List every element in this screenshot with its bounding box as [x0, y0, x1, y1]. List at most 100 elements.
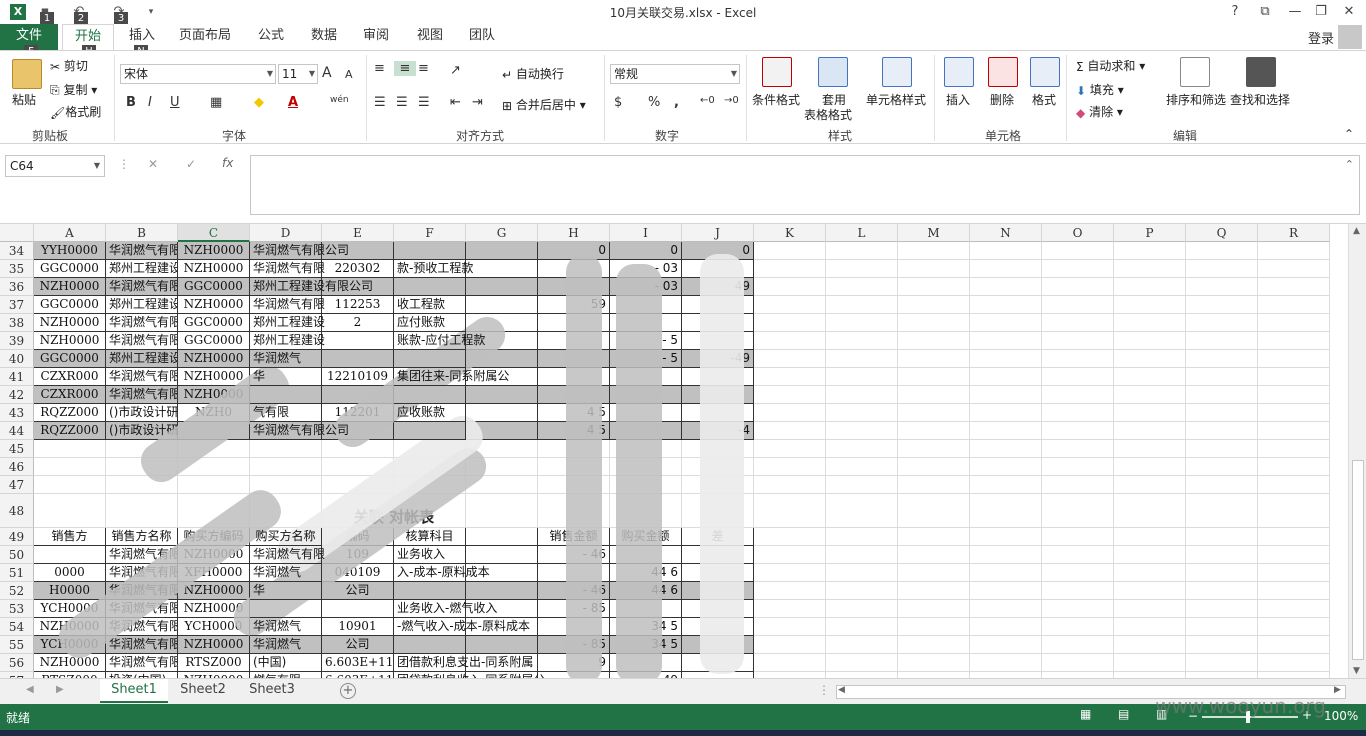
grid-cell[interactable]: 华润燃气有限: [106, 242, 178, 260]
grid-cell[interactable]: 郑州工程建设: [106, 260, 178, 278]
grid-cell[interactable]: [970, 618, 1042, 636]
grid-cell[interactable]: [1042, 242, 1114, 260]
column-header-o[interactable]: O: [1042, 224, 1114, 242]
grid-cell[interactable]: [1186, 600, 1258, 618]
grid-cell[interactable]: [970, 440, 1042, 458]
row-header-44[interactable]: 44: [0, 422, 34, 440]
grid-cell[interactable]: [754, 404, 826, 422]
grid-cell[interactable]: [322, 350, 394, 368]
grid-cell[interactable]: [898, 368, 970, 386]
grid-cell[interactable]: [826, 654, 898, 672]
italic-button[interactable]: I: [148, 95, 152, 110]
grid-cell[interactable]: [1114, 494, 1186, 528]
grid-cell[interactable]: 10901: [322, 618, 394, 636]
grid-cell[interactable]: [1258, 636, 1330, 654]
grid-cell[interactable]: [466, 386, 538, 404]
grid-cell[interactable]: 收工程款: [394, 296, 466, 314]
grid-cell[interactable]: [1186, 546, 1258, 564]
align-right-icon[interactable]: ☰: [418, 95, 430, 110]
column-header-h[interactable]: H: [538, 224, 610, 242]
orientation-icon[interactable]: ↗: [450, 63, 461, 78]
grid-cell[interactable]: [1042, 618, 1114, 636]
grid-cell[interactable]: [1114, 546, 1186, 564]
font-color-icon[interactable]: A: [288, 95, 298, 110]
increase-decimal-icon[interactable]: ←0: [700, 95, 715, 106]
grid-cell[interactable]: [1042, 350, 1114, 368]
grid-cell[interactable]: 华润燃气有限: [106, 386, 178, 404]
grid-cell[interactable]: [826, 368, 898, 386]
grid-cell[interactable]: 公司: [322, 582, 394, 600]
grid-cell[interactable]: [898, 278, 970, 296]
grid-cell[interactable]: [898, 636, 970, 654]
wrap-text-button[interactable]: ↵ 自动换行: [502, 65, 564, 82]
align-left-icon[interactable]: ☰: [374, 95, 386, 110]
column-header-m[interactable]: M: [898, 224, 970, 242]
grid-cell[interactable]: [34, 476, 106, 494]
grid-cell[interactable]: [826, 296, 898, 314]
row-header-54[interactable]: 54: [0, 618, 34, 636]
sheet-tab-3[interactable]: Sheet3: [240, 679, 304, 703]
grid-cell[interactable]: [970, 368, 1042, 386]
align-top-icon[interactable]: ≡: [374, 61, 385, 76]
row-header-35[interactable]: 35: [0, 260, 34, 278]
column-header-a[interactable]: A: [34, 224, 106, 242]
row-header-41[interactable]: 41: [0, 368, 34, 386]
grid-cell[interactable]: [1186, 332, 1258, 350]
grow-font-button[interactable]: A: [322, 65, 332, 81]
grid-cell[interactable]: [754, 564, 826, 582]
grid-cell[interactable]: CZXR000: [34, 386, 106, 404]
row-header-48[interactable]: 48: [0, 494, 34, 528]
scroll-left-icon[interactable]: ◀: [838, 685, 845, 695]
collapse-ribbon-icon[interactable]: ⌃: [1344, 127, 1354, 141]
grid-cell[interactable]: [826, 636, 898, 654]
grid-cell[interactable]: [826, 546, 898, 564]
grid-cell[interactable]: RQZZ000: [34, 422, 106, 440]
help-button[interactable]: ?: [1220, 0, 1250, 24]
row-header-56[interactable]: 56: [0, 654, 34, 672]
grid-cell[interactable]: GGC0000: [34, 260, 106, 278]
underline-button[interactable]: U: [170, 95, 180, 110]
grid-cell[interactable]: [1186, 422, 1258, 440]
grid-cell[interactable]: [322, 600, 394, 618]
grid-cell[interactable]: [1114, 422, 1186, 440]
align-center-icon[interactable]: ☰: [396, 95, 408, 110]
grid-cell[interactable]: [754, 600, 826, 618]
grid-cell[interactable]: RTSZ000: [178, 654, 250, 672]
grid-cell[interactable]: [1258, 458, 1330, 476]
grid-cell[interactable]: [898, 332, 970, 350]
grid-cell[interactable]: [1186, 476, 1258, 494]
grid-cell[interactable]: [754, 278, 826, 296]
grid-cell[interactable]: [970, 350, 1042, 368]
grid-cell[interactable]: [898, 350, 970, 368]
grid-cell[interactable]: [970, 296, 1042, 314]
align-bottom-icon[interactable]: ≡: [418, 61, 429, 76]
format-as-table-label-2[interactable]: 表格格式: [804, 106, 852, 123]
grid-cell[interactable]: [1258, 546, 1330, 564]
grid-cell[interactable]: 应收账款: [394, 404, 466, 422]
row-header-43[interactable]: 43: [0, 404, 34, 422]
grid-cell[interactable]: [970, 332, 1042, 350]
autosum-button[interactable]: Σ 自动求和 ▾: [1076, 57, 1145, 74]
grid-cell[interactable]: [970, 654, 1042, 672]
grid-cell[interactable]: [466, 260, 538, 278]
name-box[interactable]: C64 ▼: [5, 155, 105, 177]
grid-cell[interactable]: NZH0000: [178, 636, 250, 654]
tab-page-layout[interactable]: 页面布局: [172, 24, 238, 50]
grid-cell[interactable]: [250, 440, 322, 458]
tab-review[interactable]: 审阅: [354, 24, 398, 50]
grid-cell[interactable]: [826, 332, 898, 350]
grid-cell[interactable]: [970, 582, 1042, 600]
column-header-d[interactable]: D: [250, 224, 322, 242]
row-header-36[interactable]: 36: [0, 278, 34, 296]
column-header-e[interactable]: E: [322, 224, 394, 242]
grid-cell[interactable]: 华润燃气有限: [106, 278, 178, 296]
grid-cell[interactable]: [1042, 260, 1114, 278]
grid-cell[interactable]: 应付账款: [394, 314, 466, 332]
grid-cell[interactable]: NZH0000: [178, 350, 250, 368]
normal-view-icon[interactable]: ▦: [1080, 707, 1091, 721]
grid-cell[interactable]: YYH0000: [34, 242, 106, 260]
border-icon[interactable]: ▦: [210, 95, 222, 110]
grid-cell[interactable]: 0: [610, 242, 682, 260]
format-as-table-icon[interactable]: [818, 57, 848, 87]
formula-input[interactable]: [250, 155, 1360, 215]
